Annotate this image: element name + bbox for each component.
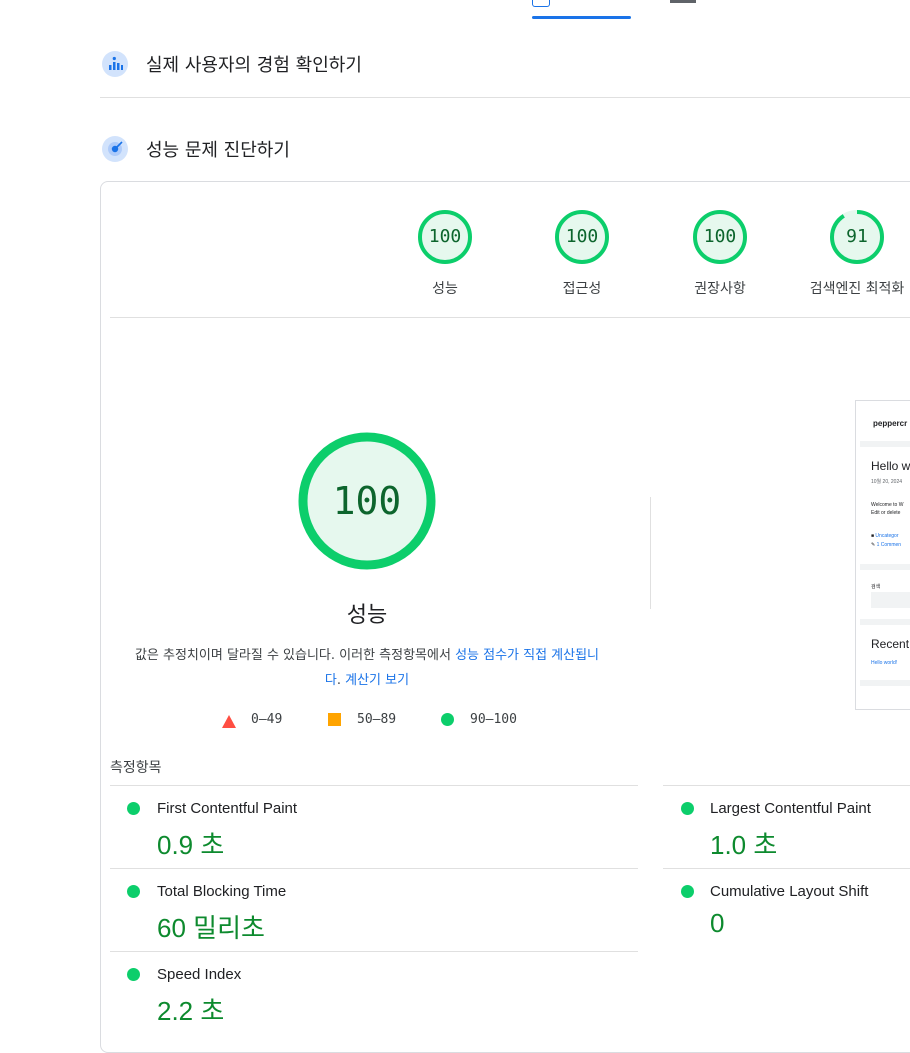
vertical-separator bbox=[650, 497, 651, 609]
thumb-category-link[interactable]: Uncategor bbox=[875, 533, 898, 539]
calculator-link[interactable]: 계산기 보기 bbox=[345, 673, 409, 688]
diagnose-icon bbox=[102, 136, 128, 166]
thumb-bar bbox=[860, 441, 910, 447]
legend-fail: 0–49 bbox=[251, 712, 283, 727]
thumb-body-1: Welcome to W bbox=[871, 502, 904, 508]
metric-name-lcp: Largest Contentful Paint bbox=[710, 800, 871, 817]
metric-name-cls: Cumulative Layout Shift bbox=[710, 883, 869, 900]
performance-score: 100 bbox=[332, 479, 402, 523]
tab-fragment-2[interactable] bbox=[670, 0, 696, 3]
pass-indicator-icon bbox=[681, 885, 694, 898]
diagnose-title: 성능 문제 진단하기 bbox=[146, 140, 290, 161]
thumb-category: ■ Uncategor bbox=[871, 533, 899, 539]
category-score: 100 bbox=[428, 226, 462, 247]
metric-divider bbox=[110, 868, 638, 869]
metric-value-si: 2.2 초 bbox=[157, 996, 225, 1026]
field-data-title: 실제 사용자의 경험 확인하기 bbox=[146, 55, 362, 76]
category-label: 권장사항 bbox=[694, 281, 746, 297]
thumb-bar bbox=[860, 680, 910, 686]
performance-title: 성능 bbox=[346, 603, 388, 628]
metric-value-lcp: 1.0 초 bbox=[710, 830, 778, 860]
pass-indicator-icon bbox=[127, 968, 140, 981]
fail-legend-icon bbox=[222, 713, 236, 732]
thumb-date: 10월 20, 2024 bbox=[871, 479, 903, 485]
legend-pass: 90–100 bbox=[470, 712, 517, 727]
category-label: 접근성 bbox=[562, 281, 602, 297]
active-tab-indicator bbox=[532, 16, 631, 19]
performance-description: 값은 추정치이며 달라질 수 있습니다. 이러한 측정항목에서 성능 점수가 직… bbox=[132, 643, 602, 693]
metric-value-cls: 0 bbox=[710, 908, 725, 938]
average-legend-icon bbox=[328, 713, 341, 726]
metric-name-tbt: Total Blocking Time bbox=[157, 883, 287, 900]
thumb-recent-title: Recent bbox=[871, 637, 910, 651]
description-separator: . bbox=[336, 673, 346, 688]
thumb-bar bbox=[860, 564, 910, 570]
thumb-comments-link[interactable]: 1 Commen bbox=[877, 542, 901, 548]
thumb-body-2: Edit or delete bbox=[871, 510, 901, 516]
metric-divider bbox=[110, 785, 638, 786]
pass-indicator-icon bbox=[127, 885, 140, 898]
pass-legend-icon bbox=[441, 713, 454, 726]
tab-fragment[interactable] bbox=[532, 0, 550, 7]
legend-average: 50–89 bbox=[357, 712, 397, 727]
metric-value-fcp: 0.9 초 bbox=[157, 830, 225, 860]
metrics-header: 측정항목 bbox=[110, 760, 162, 776]
category-score: 100 bbox=[703, 226, 737, 247]
metric-divider bbox=[663, 785, 910, 786]
thumb-post-title: Hello w bbox=[871, 459, 910, 473]
page-screenshot-thumbnail[interactable]: peppercr Hello w 10월 20, 2024 Welcome to… bbox=[855, 400, 910, 710]
category-score: 91 bbox=[846, 226, 868, 247]
field-data-icon bbox=[102, 51, 128, 81]
metric-name-fcp: First Contentful Paint bbox=[157, 800, 298, 817]
thumb-recent-link[interactable]: Hello world! bbox=[871, 660, 897, 666]
thumb-bar bbox=[860, 619, 910, 625]
pass-indicator-icon bbox=[681, 802, 694, 815]
thumb-comments: ✎ 1 Commen bbox=[871, 542, 902, 548]
section-divider bbox=[100, 97, 910, 98]
metric-value-tbt: 60 밀리초 bbox=[157, 913, 265, 943]
category-label: 성능 bbox=[432, 281, 458, 297]
gauges-divider bbox=[110, 317, 910, 318]
metric-divider bbox=[663, 868, 910, 869]
category-label: 검색엔진 최적화 bbox=[809, 281, 905, 297]
thumb-search-box bbox=[871, 592, 910, 608]
thumb-recent-post: Hello world! bbox=[871, 660, 897, 666]
pass-indicator-icon bbox=[127, 802, 140, 815]
metric-name-si: Speed Index bbox=[157, 966, 242, 983]
thumb-site-title: peppercr bbox=[873, 419, 908, 428]
metric-divider bbox=[110, 951, 638, 952]
thumb-search-label: 검색 bbox=[871, 584, 881, 590]
description-text: 값은 추정치이며 달라질 수 있습니다. 이러한 측정항목에서 bbox=[134, 648, 456, 663]
category-score: 100 bbox=[565, 226, 599, 247]
